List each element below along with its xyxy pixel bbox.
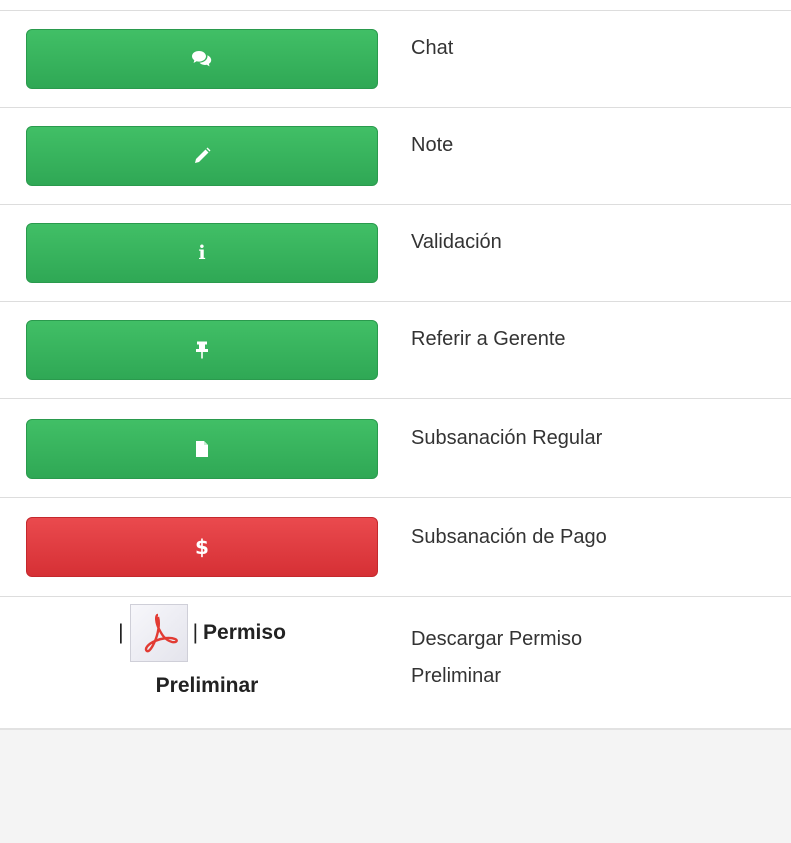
action-label-subsanacion-regular: Subsanación Regular: [411, 427, 603, 449]
action-row-subsanacion-regular: Subsanación Regular: [0, 398, 791, 496]
subsanacion-regular-button[interactable]: [26, 419, 378, 479]
action-row-subsanacion-pago: $ Subsanación de Pago: [0, 497, 791, 595]
actions-panel: Chat Note i Validación Referir a Gerente…: [0, 0, 791, 730]
action-label-note: Note: [411, 134, 454, 156]
action-row-chat: Chat: [0, 10, 791, 108]
action-label-validacion: Validación: [411, 231, 502, 253]
action-row-note: Note: [0, 107, 791, 205]
chat-button[interactable]: [26, 29, 378, 89]
dollar-icon: $: [195, 535, 209, 559]
action-label-chat: Chat: [411, 37, 454, 59]
separator: |: [192, 621, 199, 644]
action-row-referir: Referir a Gerente: [0, 301, 791, 399]
permiso-preliminar-link[interactable]: | | Permiso Preliminar: [0, 604, 404, 698]
descargar-line-2: Preliminar: [411, 665, 502, 687]
validacion-button[interactable]: i: [26, 223, 378, 283]
comments-icon: [191, 50, 213, 68]
action-label-referir: Referir a Gerente: [411, 328, 566, 350]
pushpin-icon: [195, 341, 209, 359]
separator: |: [118, 621, 124, 644]
action-row-validacion: i Validación: [0, 204, 791, 302]
pdf-icon[interactable]: [129, 604, 188, 662]
pencil-icon: [193, 147, 211, 165]
descargar-permiso-label: Descargar Permiso Preliminar: [411, 621, 582, 695]
info-icon: i: [198, 241, 206, 264]
permiso-link-text-1[interactable]: Permiso: [203, 621, 286, 645]
note-button[interactable]: [26, 126, 378, 186]
subsanacion-pago-button[interactable]: $: [26, 517, 378, 577]
permiso-link-text-2[interactable]: Preliminar: [156, 674, 259, 698]
file-icon: [195, 440, 209, 458]
descargar-line-1: Descargar Permiso: [411, 628, 583, 650]
referir-gerente-button[interactable]: [26, 320, 378, 380]
action-label-subsanacion-pago: Subsanación de Pago: [411, 526, 607, 548]
